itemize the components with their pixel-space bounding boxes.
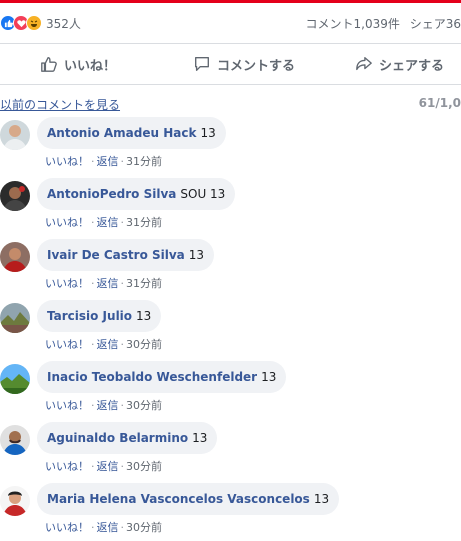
avatar[interactable] [0, 425, 30, 455]
comment-reply-link[interactable]: 返信 [97, 399, 119, 412]
comment-like-link[interactable]: いいね！ [45, 338, 89, 351]
comment-item: Inacio Teobaldo Weschenfelder 13 いいね！ · 返信… [0, 361, 461, 419]
comment-share-counts: コメント1,039件 シェア36 [306, 15, 461, 32]
comment-reply-link[interactable]: 返信 [97, 277, 119, 290]
comment-actions: いいね！ · 返信 · 30分前 [45, 460, 162, 473]
comment-item: Tarcisio Julio 13 いいね！ · 返信 · 30分前 [0, 300, 461, 358]
comment-text: 13 [192, 431, 208, 445]
comment-reply-link[interactable]: 返信 [97, 460, 119, 473]
comment-pagination-count: 61/1,0 [418, 96, 461, 110]
comment-actions: いいね！ · 返信 · 30分前 [45, 399, 162, 412]
comment-like-link[interactable]: いいね！ [45, 216, 89, 229]
comment-item: Aguinaldo Belarmino 13 いいね！ · 返信 · 30分前 [0, 422, 461, 480]
comment-like-link[interactable]: いいね！ [45, 155, 89, 168]
comment-author[interactable]: Aguinaldo Belarmino [47, 431, 188, 445]
comment-text: 13 [313, 492, 330, 506]
comment-bubble: Ivair De Castro Silva 13 [37, 239, 215, 271]
share-button[interactable]: シェアする [355, 44, 444, 84]
share-arrow-icon [356, 57, 372, 71]
comment-timestamp[interactable]: 31分前 [126, 155, 162, 168]
comment-bubble: Antonio Amadeu Hack 13 [37, 117, 226, 149]
comment-bubble: Tarcisio Julio 13 [37, 300, 162, 332]
comment-text: SOU 13 [180, 187, 226, 201]
speech-bubble-icon [195, 57, 209, 71]
comment-reply-link[interactable]: 返信 [97, 155, 119, 168]
comment-actions: いいね！ · 返信 · 31分前 [45, 216, 162, 229]
comment-timestamp[interactable]: 30分前 [126, 399, 162, 412]
comment-count[interactable]: コメント1,039件 [306, 17, 400, 31]
thumbs-up-icon [41, 57, 57, 72]
comment-reply-link[interactable]: 返信 [97, 338, 119, 351]
comment-bubble: Maria Helena Vasconcelos Vasconcelos 13 [37, 483, 340, 515]
post-stats: 352人 コメント1,039件 シェア36 [0, 8, 461, 38]
comment-bubble: AntonioPedro Silva SOU 13 [37, 178, 236, 210]
comment-like-link[interactable]: いいね！ [45, 277, 89, 290]
comment-timestamp[interactable]: 31分前 [126, 277, 162, 290]
comment-author[interactable]: Ivair De Castro Silva [47, 248, 185, 262]
share-count[interactable]: シェア36 [410, 17, 461, 31]
reaction-summary[interactable]: 352人 [0, 14, 81, 32]
comment-item: Maria Helena Vasconcelos Vasconcelos 13 … [0, 483, 461, 541]
comment-text: 13 [136, 309, 152, 323]
comment-reply-link[interactable]: 返信 [97, 216, 119, 229]
comment-button-label: コメントする [217, 58, 296, 74]
comment-timestamp[interactable]: 30分前 [126, 521, 162, 534]
avatar[interactable] [0, 364, 30, 394]
comment-timestamp[interactable]: 30分前 [126, 460, 162, 473]
comment-author[interactable]: Inacio Teobaldo Weschenfelder [47, 370, 257, 384]
action-bar: いいね！ コメントする シェアする [0, 44, 461, 84]
avatar[interactable] [0, 486, 30, 516]
comment-text: 13 [200, 126, 216, 140]
reaction-count: 352人 [46, 16, 81, 31]
comment-reply-link[interactable]: 返信 [97, 521, 119, 534]
comment-button[interactable]: コメントする [193, 44, 295, 84]
avatar[interactable] [0, 181, 30, 211]
comment-bubble: Aguinaldo Belarmino 13 [37, 422, 218, 454]
comment-item: Ivair De Castro Silva 13 いいね！ · 返信 · 31分前 [0, 239, 461, 297]
top-accent-bar [0, 0, 461, 3]
comment-like-link[interactable]: いいね！ [45, 460, 89, 473]
comment-text: 13 [261, 370, 277, 384]
avatar[interactable] [0, 242, 30, 272]
comment-item: AntonioPedro Silva SOU 13 いいね！ · 返信 · 31分前 [0, 178, 461, 236]
share-button-label: シェアする [379, 58, 445, 74]
like-button[interactable]: いいね！ [40, 44, 116, 84]
comment-author[interactable]: Tarcisio Julio [47, 309, 132, 323]
avatar[interactable] [0, 120, 30, 150]
comment-like-link[interactable]: いいね！ [45, 399, 89, 412]
view-previous-comments-link[interactable]: 以前のコメントを見る [0, 96, 120, 113]
comment-bubble: Inacio Teobaldo Weschenfelder 13 [37, 361, 287, 393]
comment-timestamp[interactable]: 31分前 [126, 216, 162, 229]
comment-actions: いいね！ · 返信 · 30分前 [45, 521, 162, 534]
avatar[interactable] [0, 303, 30, 333]
comment-actions: いいね！ · 返信 · 31分前 [45, 277, 162, 290]
comment-like-link[interactable]: いいね！ [45, 521, 89, 534]
divider [0, 84, 461, 85]
like-button-label: いいね！ [64, 58, 117, 74]
comment-author[interactable]: Maria Helena Vasconcelos Vasconcelos [47, 492, 310, 506]
comment-author[interactable]: Antonio Amadeu Hack [47, 126, 196, 140]
comment-actions: いいね！ · 返信 · 30分前 [45, 338, 162, 351]
comment-text: 13 [188, 248, 205, 262]
comment-actions: いいね！ · 返信 · 31分前 [45, 155, 162, 168]
haha-icon [26, 15, 42, 31]
comment-item: Antonio Amadeu Hack 13 いいね！ · 返信 · 31分前 [0, 117, 461, 175]
comment-timestamp[interactable]: 30分前 [126, 338, 162, 351]
comment-author[interactable]: AntonioPedro Silva [47, 187, 176, 201]
